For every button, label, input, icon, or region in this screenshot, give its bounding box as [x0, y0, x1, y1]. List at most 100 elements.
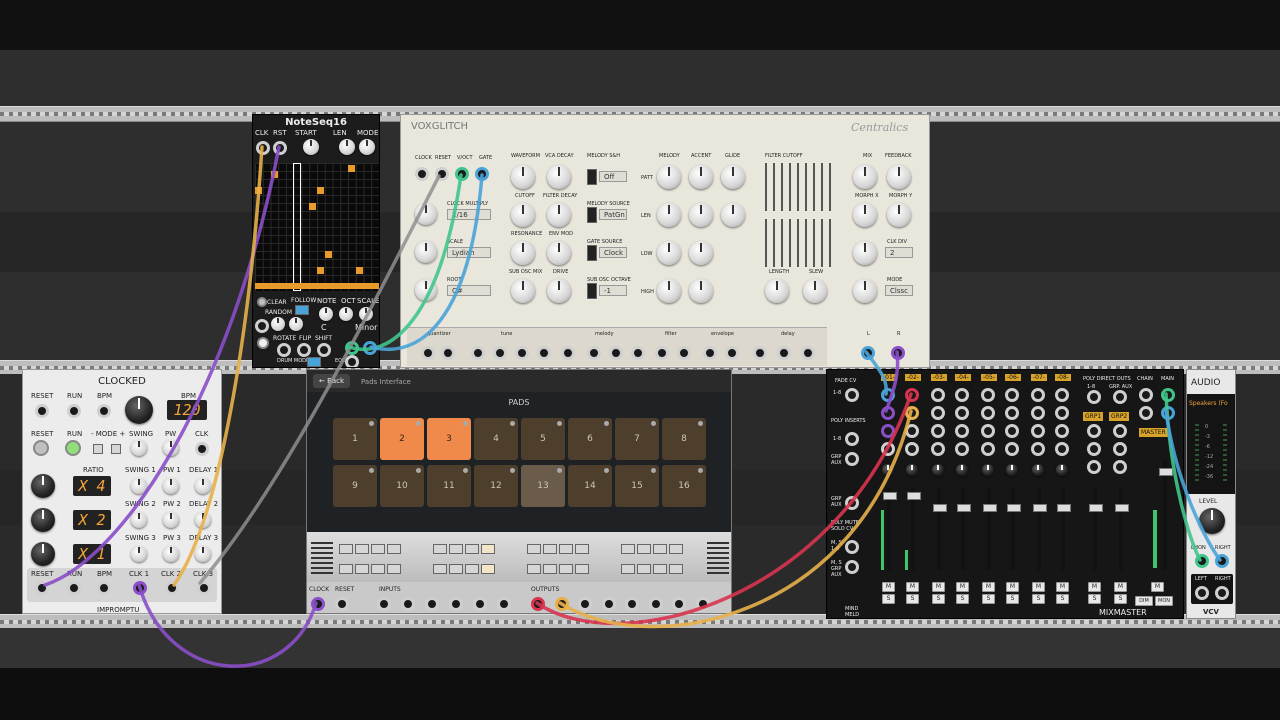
pad-13[interactable]: 13 [521, 465, 565, 507]
channel-solo-button[interactable]: S [956, 594, 969, 604]
pad-14[interactable]: 14 [568, 465, 612, 507]
channel-input-jack[interactable] [1031, 442, 1045, 456]
pad-16[interactable]: 16 [662, 465, 706, 507]
channel-input-jack[interactable] [881, 424, 895, 438]
output-jack-8[interactable] [695, 597, 710, 611]
pan-knob[interactable] [956, 464, 968, 476]
clk1-output-jack[interactable] [133, 581, 147, 595]
reset-button[interactable] [33, 440, 49, 456]
channel-input-jack[interactable] [1031, 406, 1045, 420]
melody-source-switch[interactable] [587, 207, 597, 223]
resonance-knob[interactable] [511, 241, 535, 265]
left-output-jack[interactable] [861, 346, 875, 360]
pad-6[interactable]: 6 [568, 418, 612, 460]
sub-osc-octave-switch[interactable] [587, 283, 597, 299]
cutoff-knob[interactable] [511, 203, 535, 227]
input-jack-2[interactable] [401, 597, 415, 611]
group-solo-button[interactable]: S [1114, 594, 1127, 604]
run-button[interactable] [65, 440, 81, 456]
output-jack-2[interactable] [554, 597, 569, 611]
sub-osc-mix-knob[interactable] [511, 279, 535, 303]
glide-len-knob[interactable] [721, 203, 745, 227]
channel-fader[interactable] [887, 488, 891, 570]
run-input-jack[interactable] [67, 404, 81, 418]
fade-cv-jack[interactable] [845, 388, 859, 402]
channel-solo-button[interactable]: S [982, 594, 995, 604]
matrix-button[interactable] [669, 544, 683, 554]
matrix-button[interactable] [387, 544, 401, 554]
channel-mute-button[interactable]: M [1056, 582, 1069, 592]
cv-input-jack-1[interactable] [421, 346, 435, 360]
channel-fader-cap[interactable] [1033, 504, 1047, 512]
accent-patt-knob[interactable] [689, 165, 713, 189]
cv-input-jack-17[interactable] [801, 346, 815, 360]
clk-input-jack[interactable] [256, 141, 270, 155]
poly-insert-grp-jack[interactable] [845, 452, 859, 466]
cv-input-jack-8[interactable] [587, 346, 601, 360]
accent-len-knob[interactable] [689, 203, 713, 227]
pw2-knob[interactable] [163, 512, 179, 528]
matrix-button[interactable] [621, 544, 635, 554]
melody-low-knob[interactable] [657, 241, 681, 265]
matrix-button[interactable] [481, 544, 495, 554]
poly-insert-send-jack[interactable] [845, 432, 859, 446]
channel-fader-cap[interactable] [1057, 504, 1071, 512]
pw-knob[interactable] [163, 440, 179, 456]
rotate-jack[interactable] [277, 343, 291, 357]
direct-out-jack-2[interactable] [1113, 390, 1127, 404]
melody-patt-knob[interactable] [657, 165, 681, 189]
mode-plus-button[interactable] [111, 444, 121, 454]
group-input-jack[interactable] [1087, 424, 1101, 438]
channel-mute-button[interactable]: M [1006, 582, 1019, 592]
channel-mute-button[interactable]: M [882, 582, 895, 592]
melody-sh-switch[interactable] [587, 169, 597, 185]
channel-input-jack[interactable] [1005, 388, 1019, 402]
morph-y-knob[interactable] [887, 203, 911, 227]
rotate-button[interactable] [257, 337, 269, 349]
channel-input-jack[interactable] [1031, 424, 1045, 438]
reset-input-jack[interactable] [335, 597, 349, 611]
matrix-button[interactable] [637, 564, 651, 574]
group-input-jack[interactable] [1113, 442, 1127, 456]
follow-toggle[interactable] [295, 305, 309, 315]
accent-low-knob[interactable] [689, 241, 713, 265]
pw3-knob[interactable] [163, 546, 179, 562]
channel-fader-cap[interactable] [907, 492, 921, 500]
eoc-output-jack[interactable] [345, 355, 359, 367]
channel-fader[interactable] [961, 488, 965, 570]
channel-input-jack[interactable] [955, 388, 969, 402]
group-solo-button[interactable]: S [1088, 594, 1101, 604]
channel-fader[interactable] [1061, 488, 1065, 570]
cv-input-jack-16[interactable] [777, 346, 791, 360]
audio-input-right-jack[interactable] [1215, 554, 1229, 568]
channel-input-jack[interactable] [1031, 388, 1045, 402]
filter-decay-knob[interactable] [547, 203, 571, 227]
master-mute-button[interactable]: M [1151, 582, 1164, 592]
poly-insert-return-jack[interactable] [845, 496, 859, 510]
matrix-button[interactable] [355, 544, 369, 554]
swing2-knob[interactable] [131, 512, 147, 528]
clk-output-jack[interactable] [195, 442, 209, 456]
melody-high-knob[interactable] [657, 279, 681, 303]
channel-input-jack[interactable] [1005, 424, 1019, 438]
cv-input-jack-5[interactable] [515, 346, 529, 360]
pad-9[interactable]: 9 [333, 465, 377, 507]
cv-input-jack-14[interactable] [725, 346, 739, 360]
pw1-knob[interactable] [163, 478, 179, 494]
random-knob-2[interactable] [289, 317, 303, 331]
melody-len-knob[interactable] [657, 203, 681, 227]
matrix-button[interactable] [371, 564, 385, 574]
channel-input-jack[interactable] [881, 442, 895, 456]
clock-input-jack[interactable] [415, 167, 429, 181]
channel-solo-button[interactable]: S [1006, 594, 1019, 604]
master-fader[interactable] [1163, 460, 1167, 570]
matrix-button[interactable] [449, 564, 463, 574]
channel-input-jack[interactable] [931, 406, 945, 420]
channel-fader-cap[interactable] [957, 504, 971, 512]
mute-solo-jack[interactable] [845, 540, 859, 554]
group-fader-cap[interactable] [1115, 504, 1129, 512]
pad-15[interactable]: 15 [615, 465, 659, 507]
filter-cutoff-sliders[interactable] [765, 163, 831, 211]
output-jack-4[interactable] [601, 597, 616, 611]
channel-input-jack[interactable] [905, 388, 919, 402]
